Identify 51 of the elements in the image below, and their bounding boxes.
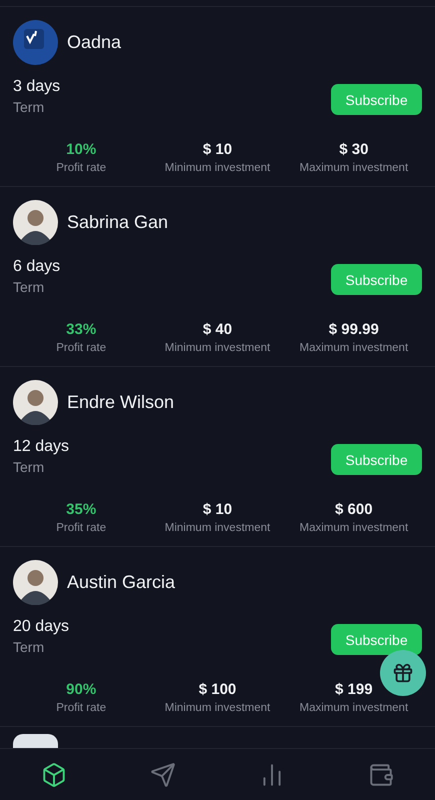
term-value: 12 days <box>13 438 70 456</box>
investment-value: $ 99.99 <box>328 321 379 338</box>
wallet-icon <box>368 762 394 788</box>
term-value: 3 days <box>13 78 60 96</box>
logo-icon <box>13 20 58 65</box>
stat-label: Profit rate <box>56 702 106 714</box>
stat-label: Minimum investment <box>164 702 270 714</box>
avatar-icon <box>13 560 58 605</box>
stat-label: Profit rate <box>56 162 106 174</box>
avatar-icon <box>13 200 58 245</box>
avatar-icon <box>13 380 58 425</box>
profit-rate-value: 33% <box>66 321 96 338</box>
stat-label: Profit rate <box>56 342 106 354</box>
stat-label: Maximum investment <box>300 702 408 714</box>
investment-value: $ 30 <box>339 141 368 158</box>
plan-name: Austin Garcia <box>67 572 176 593</box>
gift-icon <box>392 662 414 684</box>
investment-value: $ 40 <box>202 321 232 338</box>
send-icon <box>150 762 176 788</box>
profit-rate-value: 35% <box>66 501 96 518</box>
term-label: Term <box>13 279 46 295</box>
plan-name: Oadna <box>67 32 122 53</box>
term-value: 20 days <box>13 618 70 636</box>
stat-label: Maximum investment <box>300 162 408 174</box>
profit-rate-value: 90% <box>66 681 96 698</box>
term-label: Term <box>13 459 46 475</box>
investment-value: $ 100 <box>198 681 236 698</box>
stat-label: Maximum investment <box>300 522 408 534</box>
plan-name: Sabrina Gan <box>67 212 168 233</box>
term-value: 6 days <box>13 258 60 276</box>
avatar-icon <box>13 734 58 748</box>
subscribe-button[interactable]: Subscribe <box>331 624 422 655</box>
gift-button[interactable] <box>380 650 426 696</box>
plan-name: Endre Wilson <box>67 392 174 413</box>
subscribe-button[interactable]: Subscribe <box>331 264 422 295</box>
stat-label: Minimum investment <box>164 522 270 534</box>
stat-label: Maximum investment <box>300 342 408 354</box>
investment-value: $ 199 <box>335 681 373 698</box>
subscribe-button[interactable]: Subscribe <box>331 444 422 475</box>
stat-label: Profit rate <box>56 522 106 534</box>
term-label: Term <box>13 639 46 655</box>
stat-label: Minimum investment <box>164 342 270 354</box>
subscribe-button[interactable]: Subscribe <box>331 84 422 115</box>
cube-icon <box>41 762 68 788</box>
stat-label: Minimum investment <box>164 162 270 174</box>
investment-value: $ 10 <box>202 141 232 158</box>
nav-tab[interactable] <box>41 762 68 788</box>
investment-value: $ 10 <box>202 501 232 518</box>
investment-value: $ 600 <box>335 501 373 518</box>
term-label: Term <box>13 99 46 115</box>
profit-rate-value: 10% <box>66 141 96 158</box>
